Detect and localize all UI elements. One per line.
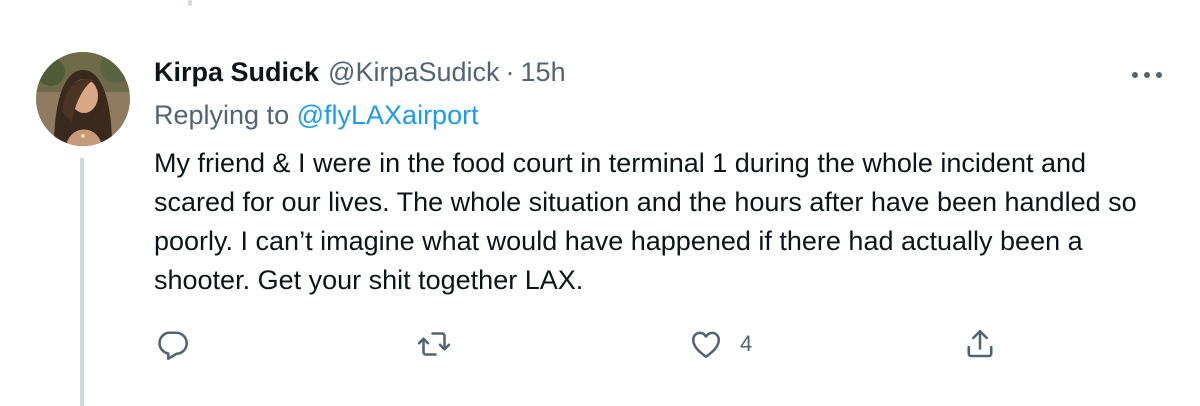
like-count: 4 — [740, 331, 753, 356]
thread-line-top — [188, 0, 192, 6]
more-options-button[interactable] — [1128, 60, 1166, 90]
reply-icon — [154, 326, 190, 362]
separator-dot: · — [505, 57, 515, 87]
heart-icon — [688, 326, 724, 362]
share-icon — [962, 326, 998, 362]
like-button[interactable]: 4 — [688, 322, 752, 366]
replying-to-link[interactable]: @flyLAXairport — [297, 100, 479, 130]
author-handle[interactable]: @KirpaSudick — [328, 54, 499, 90]
retweet-button[interactable] — [416, 322, 452, 366]
reply-button[interactable] — [154, 322, 190, 366]
retweet-icon — [416, 326, 452, 362]
share-button[interactable] — [962, 322, 998, 366]
author-name[interactable]: Kirpa Sudick — [154, 54, 319, 90]
replying-prefix: Replying to — [154, 100, 290, 130]
more-horizontal-icon — [1131, 66, 1163, 84]
timestamp[interactable]: 15h — [521, 54, 566, 90]
tweet-header: Kirpa Sudick @KirpaSudick · 15h — [154, 54, 566, 90]
tweet-text: My friend & I were in the food court in … — [154, 148, 1137, 295]
thread-line — [80, 158, 84, 406]
avatar[interactable] — [36, 52, 130, 146]
replying-to: Replying to @flyLAXairport — [154, 97, 479, 133]
tweet-actions: 4 — [154, 322, 1014, 366]
